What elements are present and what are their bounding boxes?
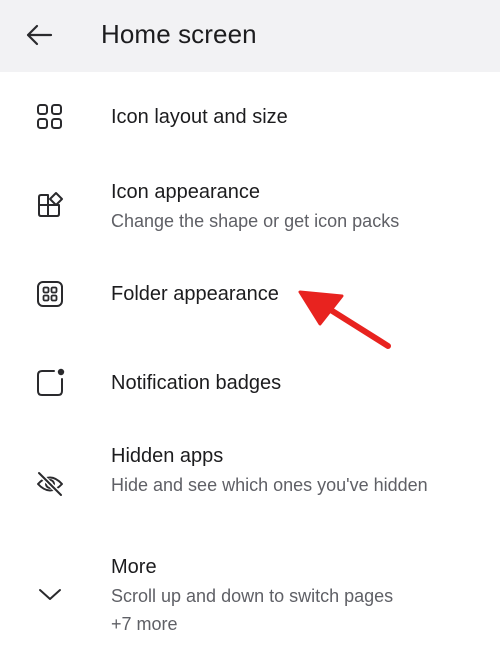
item-label: Icon layout and size: [111, 106, 288, 128]
item-label: Notification badges: [111, 372, 282, 394]
settings-item-hidden-apps[interactable]: Hidden apps Hide and see which ones you'…: [0, 432, 500, 532]
item-sublabel: Change the shape or get icon packs: [111, 211, 400, 231]
back-button[interactable]: [22, 18, 56, 52]
shapes-icon: [34, 189, 66, 221]
item-sublabel: Scroll up and down to switch pages: [111, 586, 394, 606]
settings-item-more[interactable]: More Scroll up and down to switch pages …: [0, 544, 500, 644]
item-label: Icon appearance: [111, 181, 261, 203]
badge-square-icon: [34, 367, 66, 399]
app-bar: Home screen: [0, 0, 500, 72]
item-label: More: [111, 556, 157, 578]
settings-item-icon-layout[interactable]: Icon layout and size: [0, 86, 500, 150]
settings-item-folder-appearance[interactable]: Folder appearance: [0, 262, 500, 326]
grid-icon: [34, 101, 66, 133]
red-arrow-icon: [296, 286, 396, 356]
chevron-down-icon: [34, 578, 66, 610]
item-extra: +7 more: [111, 614, 178, 634]
item-label: Folder appearance: [111, 283, 279, 305]
eye-off-icon: [34, 468, 66, 500]
settings-item-notification-badges[interactable]: Notification badges: [0, 352, 500, 416]
item-sublabel: Hide and see which ones you've hidden: [111, 475, 428, 495]
arrow-left-icon: [24, 23, 54, 47]
settings-item-icon-appearance[interactable]: Icon appearance Change the shape or get …: [0, 168, 500, 244]
folder-grid-icon: [34, 278, 66, 310]
item-label: Hidden apps: [111, 445, 224, 467]
page-title: Home screen: [101, 19, 257, 49]
